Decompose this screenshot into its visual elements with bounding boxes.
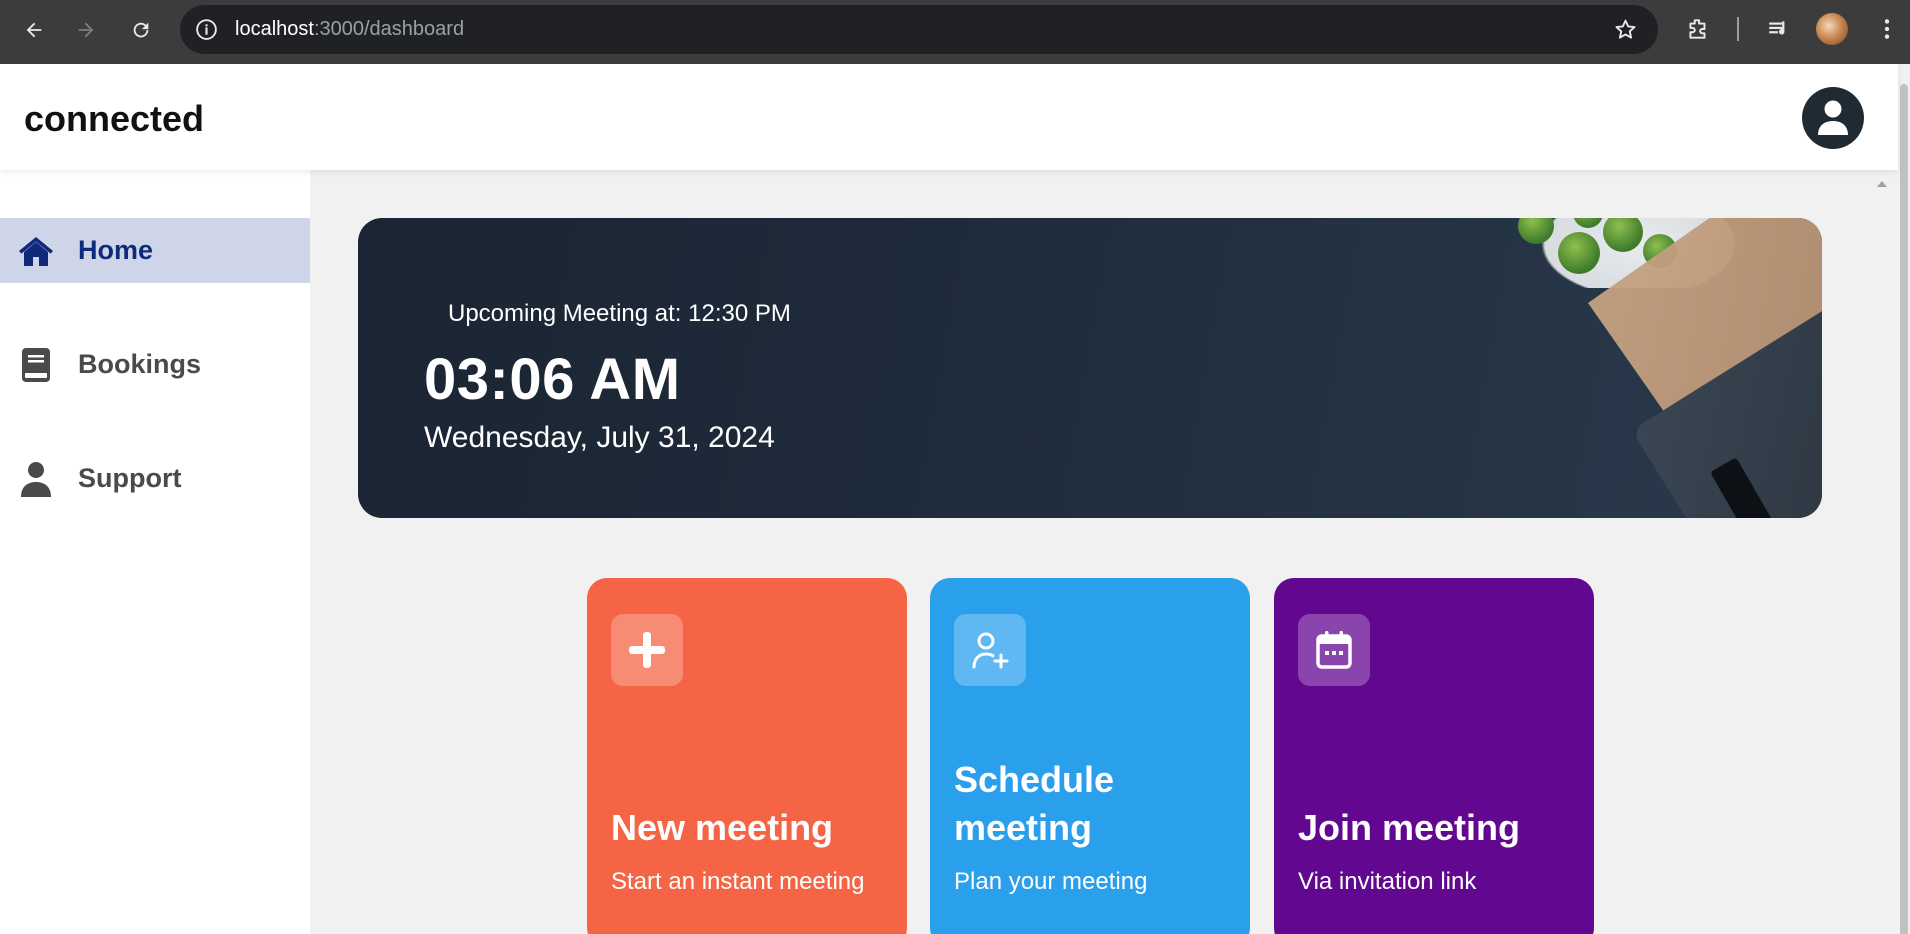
browser-toolbar: localhost:3000/dashboard (0, 0, 1910, 64)
current-date: Wednesday, July 31, 2024 (424, 421, 775, 454)
address-bar[interactable]: localhost:3000/dashboard (180, 5, 1658, 54)
url-host: localhost (235, 18, 314, 40)
upcoming-meeting-text: Upcoming Meeting at: 12:30 PM (448, 300, 791, 327)
url-path: :3000/dashboard (313, 18, 465, 40)
sidebar-item-bookings[interactable]: Bookings (0, 332, 310, 397)
brand-logo-text[interactable]: connected (24, 98, 204, 140)
profile-avatar-icon[interactable] (1816, 13, 1848, 45)
card-title: Join meeting (1298, 807, 1521, 848)
add-user-icon (954, 614, 1026, 686)
page-scrollbar[interactable] (1898, 64, 1910, 934)
new-meeting-card[interactable]: New meeting Start an instant meeting (587, 578, 907, 934)
site-info-icon[interactable] (194, 17, 219, 42)
scrollbar-thumb[interactable] (1900, 84, 1908, 934)
extensions-icon[interactable] (1683, 14, 1713, 44)
reload-icon[interactable] (119, 10, 163, 50)
sidebar-item-support[interactable]: Support (0, 446, 310, 511)
url-text[interactable]: localhost:3000/dashboard (235, 18, 464, 41)
sidebar-item-home[interactable]: Home (0, 218, 310, 283)
sidebar-item-label: Bookings (78, 349, 202, 379)
book-icon (17, 346, 55, 384)
forward-arrow-icon[interactable] (64, 10, 108, 50)
plus-icon (611, 614, 683, 686)
card-subtitle: Plan your meeting (954, 868, 1148, 895)
hero-banner: Upcoming Meeting at: 12:30 PM 03:06 AM W… (358, 218, 1822, 518)
sidebar: Home Bookings Support (0, 170, 310, 934)
join-meeting-card[interactable]: Join meeting Via invitation link (1274, 578, 1594, 934)
card-title: Schedule meeting (954, 759, 1115, 848)
schedule-meeting-card[interactable]: Schedule meeting Plan your meeting (930, 578, 1250, 934)
decorative-leaf (1558, 232, 1600, 274)
bookmark-star-icon[interactable] (1613, 17, 1638, 42)
user-avatar[interactable] (1802, 87, 1864, 149)
calendar-icon (1298, 614, 1370, 686)
scroll-up-arrow-icon[interactable] (1876, 176, 1888, 187)
user-icon (17, 460, 55, 498)
user-icon (1818, 100, 1848, 135)
toolbar-divider (1737, 17, 1739, 41)
card-subtitle: Via invitation link (1298, 868, 1477, 895)
media-controls-icon[interactable] (1764, 14, 1794, 44)
app-header: connected (0, 64, 1898, 170)
more-menu-icon[interactable] (1872, 14, 1902, 44)
back-arrow-icon[interactable] (12, 10, 56, 50)
sidebar-item-label: Home (78, 235, 154, 265)
card-title: New meeting (611, 807, 834, 848)
sidebar-item-label: Support (78, 463, 182, 493)
current-time: 03:06 AM (424, 347, 681, 412)
home-icon (17, 232, 55, 270)
card-subtitle: Start an instant meeting (611, 868, 865, 895)
